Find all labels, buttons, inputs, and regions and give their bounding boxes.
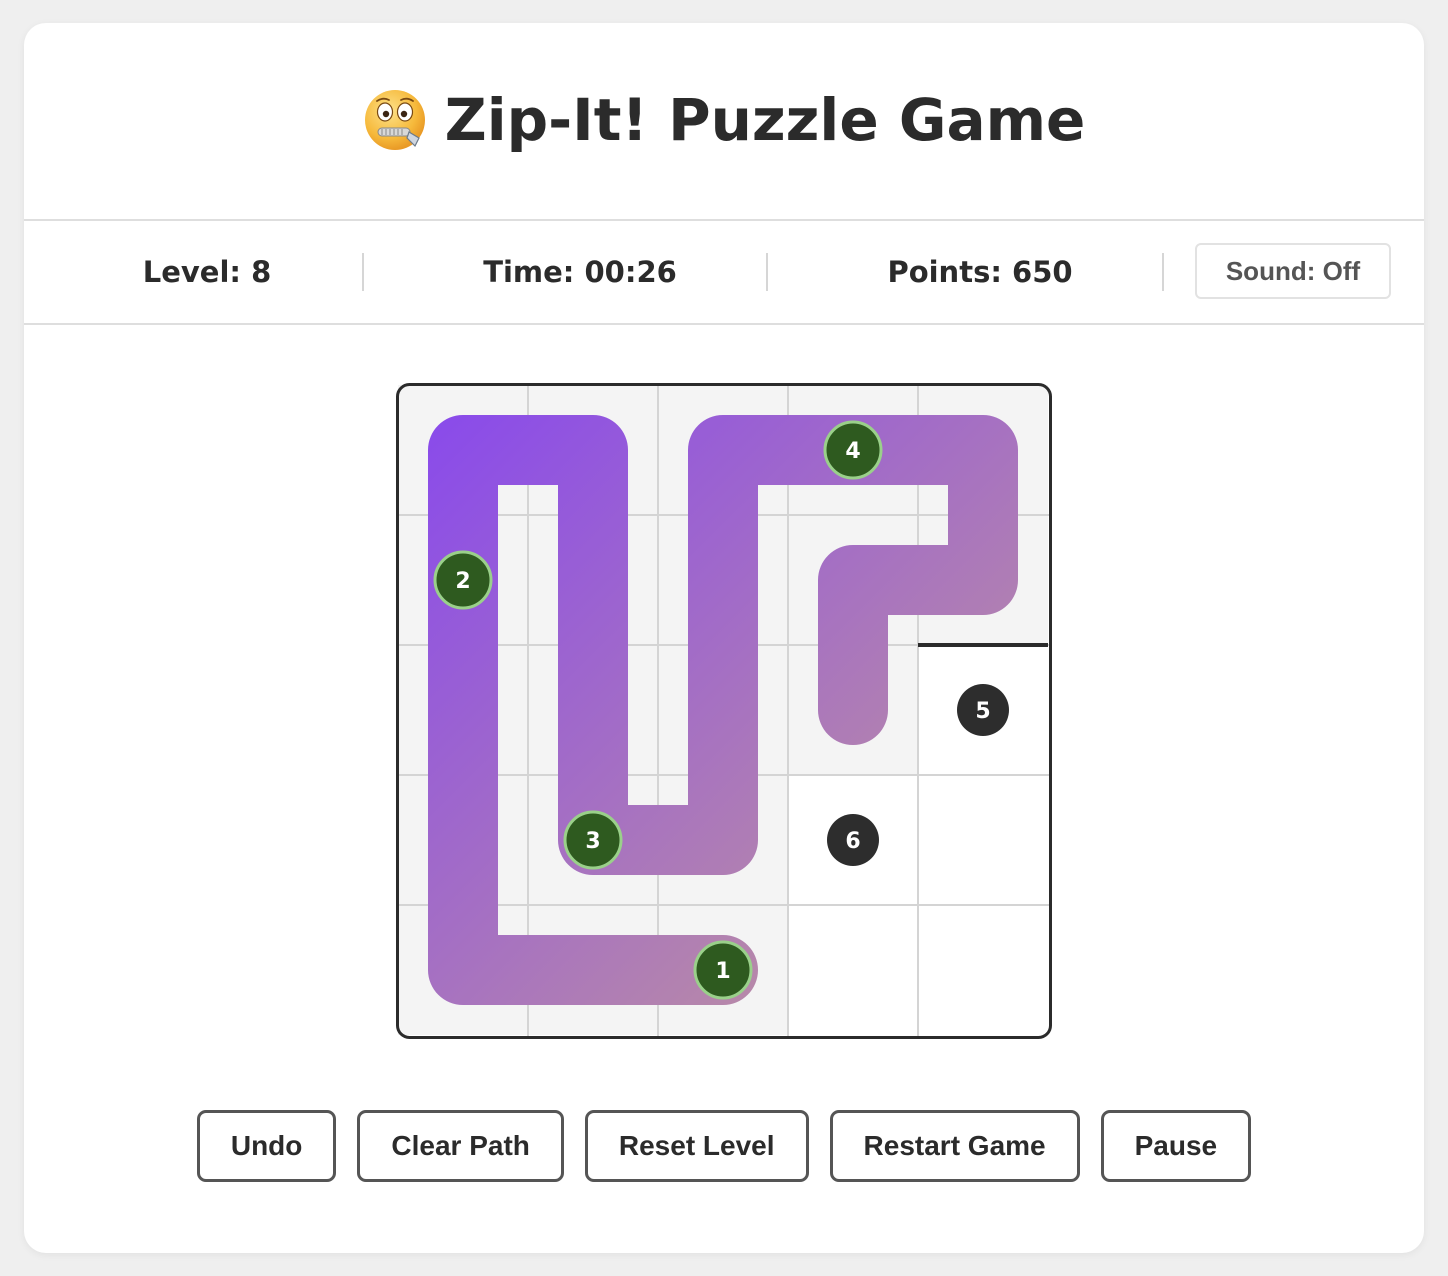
- stats-bar: Level: 8 Time: 00:26 Points: 650 Sound: …: [24, 219, 1424, 325]
- sound-toggle-button[interactable]: Sound: Off: [1195, 243, 1391, 299]
- timer-display: Time: 00:26: [483, 255, 677, 289]
- board-cell[interactable]: [918, 905, 1048, 1035]
- node-label: 1: [715, 959, 730, 984]
- level-display: Level: 8: [142, 255, 272, 289]
- node-label: 4: [845, 439, 860, 464]
- controls-bar: Undo Clear Path Reset Level Restart Game…: [24, 1110, 1424, 1182]
- puzzle-board-svg[interactable]: 1 2 3 4 5 6: [396, 383, 1052, 1039]
- zipper-mouth-face-icon: [364, 89, 425, 150]
- page-title-text: Zip-It! Puzzle Game: [444, 86, 1086, 155]
- number-node-4[interactable]: 4: [823, 420, 883, 480]
- title-row: Zip-It! Puzzle Game: [24, 23, 1424, 219]
- node-label: 6: [845, 829, 860, 854]
- node-label: 2: [455, 569, 470, 594]
- points-display: Points: 650: [887, 255, 1073, 289]
- reset-level-button[interactable]: Reset Level: [584, 1110, 809, 1182]
- stats-divider: [362, 253, 364, 291]
- stats-divider: [1162, 253, 1164, 291]
- puzzle-board[interactable]: 1 2 3 4 5 6: [396, 383, 1052, 1039]
- node-label: 3: [585, 829, 600, 854]
- number-node-5[interactable]: 5: [957, 684, 1009, 736]
- stats-divider: [766, 253, 768, 291]
- number-node-2[interactable]: 2: [433, 550, 493, 610]
- board-cell[interactable]: [788, 905, 918, 1035]
- node-label: 5: [975, 699, 990, 724]
- board-cell[interactable]: [918, 775, 1048, 905]
- page-title: Zip-It! Puzzle Game: [363, 86, 1086, 156]
- clear-path-button[interactable]: Clear Path: [357, 1110, 564, 1182]
- number-node-3[interactable]: 3: [563, 810, 623, 870]
- pause-button[interactable]: Pause: [1100, 1110, 1252, 1182]
- number-node-1[interactable]: 1: [693, 940, 753, 1000]
- number-node-6[interactable]: 6: [827, 814, 879, 866]
- restart-game-button[interactable]: Restart Game: [829, 1110, 1080, 1182]
- game-card: Zip-It! Puzzle Game Level: 8 Time: 00:26…: [24, 23, 1424, 1253]
- undo-button[interactable]: Undo: [196, 1110, 337, 1182]
